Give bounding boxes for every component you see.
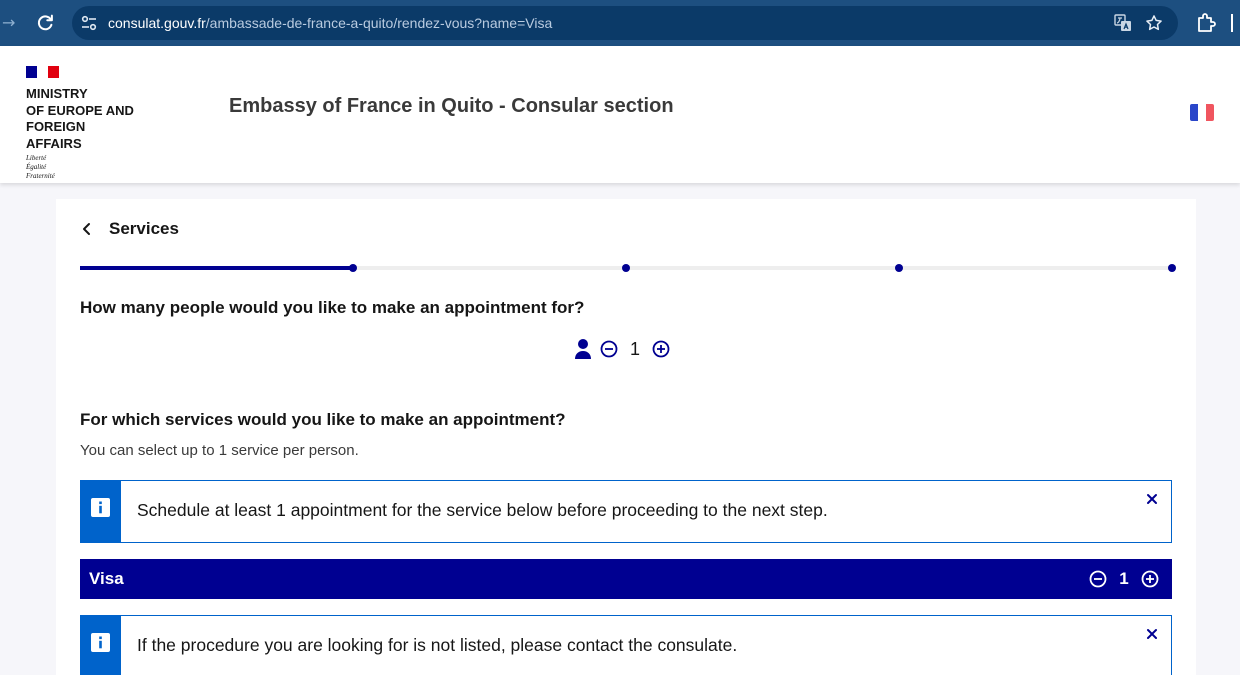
service-count: 1 xyxy=(1119,569,1129,588)
url-path: /ambassade-de-france-a-quito/rendez-vous… xyxy=(205,15,553,31)
browser-toolbar: → consulat.gouv.fr/ambassade-de-france-a… xyxy=(0,0,1240,46)
step-dot xyxy=(349,264,357,272)
url-text[interactable]: consulat.gouv.fr/ambassade-de-france-a-q… xyxy=(108,6,552,40)
info-alert-contact: If the procedure you are looking for is … xyxy=(80,615,1172,675)
toolbar-divider xyxy=(1231,14,1233,32)
alert-message: If the procedure you are looking for is … xyxy=(137,635,738,655)
services-hint: You can select up to 1 service per perso… xyxy=(80,442,359,459)
service-quantity-stepper: 1 xyxy=(1089,569,1159,588)
alert-message: Schedule at least 1 appointment for the … xyxy=(137,500,828,520)
republic-motto: Liberté Égalité Fraternité xyxy=(26,154,196,181)
increase-people-button[interactable] xyxy=(652,340,670,358)
progress-stepper xyxy=(80,263,1176,273)
ministry-line: MINISTRY xyxy=(26,86,88,101)
motto-line: Égalité xyxy=(26,163,47,171)
site-title[interactable]: Embassy of France in Quito - Consular se… xyxy=(229,95,674,118)
decrease-service-button[interactable] xyxy=(1089,570,1107,588)
info-icon xyxy=(91,633,110,652)
step-dot xyxy=(895,264,903,272)
decrease-people-button[interactable] xyxy=(600,340,618,358)
site-header: MINISTRY OF EUROPE AND FOREIGN AFFAIRS L… xyxy=(0,46,1240,183)
back-to-services-link[interactable]: Services xyxy=(80,217,179,241)
chevron-left-icon xyxy=(83,223,90,235)
marianne-flag-icon xyxy=(26,66,59,78)
info-alert-schedule: Schedule at least 1 appointment for the … xyxy=(80,480,1172,543)
services-question: For which services would you like to mak… xyxy=(80,410,566,429)
close-icon[interactable] xyxy=(1145,492,1159,506)
fr-flag-icon[interactable] xyxy=(1190,104,1214,121)
people-question: How many people would you like to make a… xyxy=(80,298,585,317)
service-row-visa: Visa 1 xyxy=(80,559,1172,599)
appointment-card: Services How many people would you like … xyxy=(56,199,1196,675)
increase-service-button[interactable] xyxy=(1141,570,1159,588)
close-icon[interactable] xyxy=(1145,627,1159,641)
translate-icon[interactable] xyxy=(1114,14,1132,32)
forward-arrow-icon[interactable]: → xyxy=(0,12,20,34)
step-dot xyxy=(622,264,630,272)
alert-side-bar xyxy=(81,481,121,542)
address-bar[interactable]: consulat.gouv.fr/ambassade-de-france-a-q… xyxy=(72,6,1178,40)
ministry-line: AFFAIRS xyxy=(26,135,82,151)
motto-line: Liberté xyxy=(26,154,47,162)
motto-line: Fraternité xyxy=(26,172,55,180)
step-dot xyxy=(1168,264,1176,272)
reload-icon[interactable] xyxy=(34,11,56,35)
info-icon xyxy=(91,498,110,517)
stepper-progress-fill xyxy=(80,266,353,270)
ministry-logo[interactable]: MINISTRY OF EUROPE AND FOREIGN AFFAIRS L… xyxy=(26,66,196,181)
alert-side-bar xyxy=(81,616,121,675)
site-settings-icon[interactable] xyxy=(80,14,98,32)
people-count: 1 xyxy=(629,338,640,359)
bookmark-star-icon[interactable] xyxy=(1144,13,1164,33)
ministry-line: OF EUROPE AND FOREIGN xyxy=(26,102,134,135)
person-icon xyxy=(575,339,591,359)
extensions-icon[interactable] xyxy=(1196,12,1216,34)
people-quantity-stepper: 1 xyxy=(574,337,670,361)
url-host: consulat.gouv.fr xyxy=(108,15,206,31)
ministry-name: MINISTRY OF EUROPE AND FOREIGN AFFAIRS xyxy=(26,86,196,152)
service-name: Visa xyxy=(89,569,124,588)
back-label: Services xyxy=(109,219,179,238)
